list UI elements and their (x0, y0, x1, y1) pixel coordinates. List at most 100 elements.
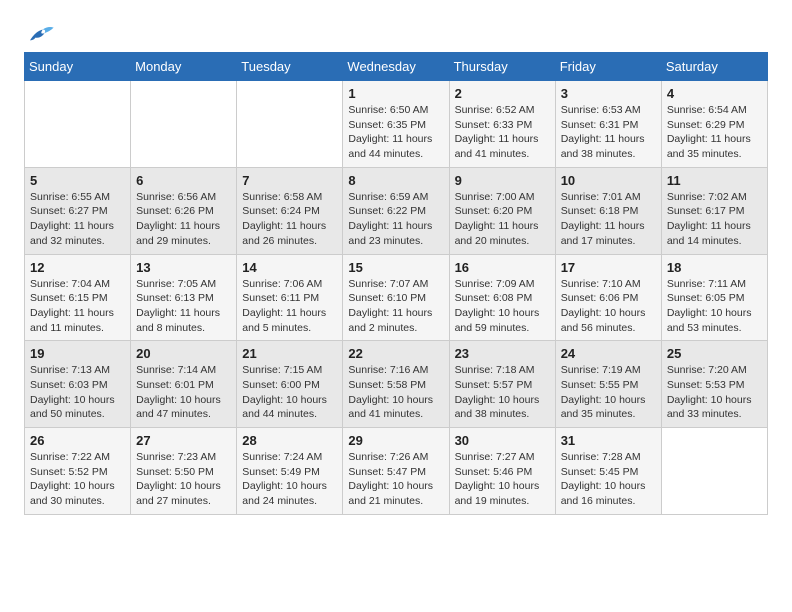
day-header-tuesday: Tuesday (237, 53, 343, 81)
day-cell: 5 Sunrise: 6:55 AMSunset: 6:27 PMDaylight… (25, 167, 131, 254)
day-info: Sunrise: 7:01 AMSunset: 6:18 PMDaylight:… (561, 190, 656, 249)
day-cell: 4 Sunrise: 6:54 AMSunset: 6:29 PMDaylight… (661, 81, 767, 168)
day-info: Sunrise: 7:10 AMSunset: 6:06 PMDaylight:… (561, 277, 656, 336)
day-cell: 9Sunrise: 7:00 AMSunset: 6:20 PMDaylight… (449, 167, 555, 254)
day-info: Sunrise: 6:55 AMSunset: 6:27 PMDaylight:… (30, 190, 125, 249)
day-number: 29 (348, 433, 443, 448)
day-cell: 22 Sunrise: 7:16 AMSunset: 5:58 PMDayligh… (343, 341, 449, 428)
day-number: 2 (455, 86, 550, 101)
day-number: 4 (667, 86, 762, 101)
day-number: 14 (242, 260, 337, 275)
calendar-table: SundayMondayTuesdayWednesdayThursdayFrid… (24, 52, 768, 515)
day-cell: 12 Sunrise: 7:04 AMSunset: 6:15 PMDayligh… (25, 254, 131, 341)
day-info: Sunrise: 7:18 AMSunset: 5:57 PMDaylight:… (455, 363, 550, 422)
logo-bird-icon (26, 24, 54, 44)
day-cell: 1 Sunrise: 6:50 AMSunset: 6:35 PMDaylight… (343, 81, 449, 168)
day-header-friday: Friday (555, 53, 661, 81)
day-cell: 14Sunrise: 7:06 AMSunset: 6:11 PMDayligh… (237, 254, 343, 341)
day-info: Sunrise: 6:53 AMSunset: 6:31 PMDaylight:… (561, 103, 656, 162)
day-cell: 6 Sunrise: 6:56 AMSunset: 6:26 PMDaylight… (131, 167, 237, 254)
day-info: Sunrise: 7:04 AMSunset: 6:15 PMDaylight:… (30, 277, 125, 336)
day-cell: 15 Sunrise: 7:07 AMSunset: 6:10 PMDayligh… (343, 254, 449, 341)
logo (24, 24, 54, 44)
day-info: Sunrise: 7:05 AMSunset: 6:13 PMDaylight:… (136, 277, 231, 336)
day-cell: 20 Sunrise: 7:14 AMSunset: 6:01 PMDayligh… (131, 341, 237, 428)
day-cell: 29 Sunrise: 7:26 AMSunset: 5:47 PMDayligh… (343, 428, 449, 515)
day-info: Sunrise: 7:28 AMSunset: 5:45 PMDaylight:… (561, 450, 656, 509)
day-number: 10 (561, 173, 656, 188)
day-info: Sunrise: 6:52 AMSunset: 6:33 PMDaylight:… (455, 103, 550, 162)
day-header-wednesday: Wednesday (343, 53, 449, 81)
day-cell: 25Sunrise: 7:20 AMSunset: 5:53 PMDayligh… (661, 341, 767, 428)
day-info: Sunrise: 6:54 AMSunset: 6:29 PMDaylight:… (667, 103, 762, 162)
day-cell: 19Sunrise: 7:13 AMSunset: 6:03 PMDayligh… (25, 341, 131, 428)
day-info: Sunrise: 7:14 AMSunset: 6:01 PMDaylight:… (136, 363, 231, 422)
day-info: Sunrise: 7:07 AMSunset: 6:10 PMDaylight:… (348, 277, 443, 336)
day-number: 8 (348, 173, 443, 188)
day-number: 5 (30, 173, 125, 188)
day-header-sunday: Sunday (25, 53, 131, 81)
day-info: Sunrise: 6:58 AMSunset: 6:24 PMDaylight:… (242, 190, 337, 249)
day-info: Sunrise: 7:26 AMSunset: 5:47 PMDaylight:… (348, 450, 443, 509)
day-info: Sunrise: 7:15 AMSunset: 6:00 PMDaylight:… (242, 363, 337, 422)
header (24, 20, 768, 44)
day-number: 17 (561, 260, 656, 275)
day-info: Sunrise: 7:09 AMSunset: 6:08 PMDaylight:… (455, 277, 550, 336)
day-info: Sunrise: 7:11 AMSunset: 6:05 PMDaylight:… (667, 277, 762, 336)
day-cell (661, 428, 767, 515)
day-cell: 10 Sunrise: 7:01 AMSunset: 6:18 PMDayligh… (555, 167, 661, 254)
day-number: 6 (136, 173, 231, 188)
day-info: Sunrise: 6:59 AMSunset: 6:22 PMDaylight:… (348, 190, 443, 249)
day-cell: 21 Sunrise: 7:15 AMSunset: 6:00 PMDayligh… (237, 341, 343, 428)
day-number: 18 (667, 260, 762, 275)
day-number: 27 (136, 433, 231, 448)
week-row-1: 1 Sunrise: 6:50 AMSunset: 6:35 PMDaylight… (25, 81, 768, 168)
day-number: 16 (455, 260, 550, 275)
day-header-monday: Monday (131, 53, 237, 81)
day-cell: 24 Sunrise: 7:19 AMSunset: 5:55 PMDayligh… (555, 341, 661, 428)
day-info: Sunrise: 7:19 AMSunset: 5:55 PMDaylight:… (561, 363, 656, 422)
day-number: 12 (30, 260, 125, 275)
day-cell: 28 Sunrise: 7:24 AMSunset: 5:49 PMDayligh… (237, 428, 343, 515)
week-row-3: 12 Sunrise: 7:04 AMSunset: 6:15 PMDayligh… (25, 254, 768, 341)
day-number: 23 (455, 346, 550, 361)
day-number: 22 (348, 346, 443, 361)
day-cell: 17 Sunrise: 7:10 AMSunset: 6:06 PMDayligh… (555, 254, 661, 341)
day-number: 26 (30, 433, 125, 448)
day-number: 20 (136, 346, 231, 361)
day-info: Sunrise: 7:02 AMSunset: 6:17 PMDaylight:… (667, 190, 762, 249)
day-number: 24 (561, 346, 656, 361)
day-number: 30 (455, 433, 550, 448)
day-info: Sunrise: 7:13 AMSunset: 6:03 PMDaylight:… (30, 363, 125, 422)
day-cell: 27 Sunrise: 7:23 AMSunset: 5:50 PMDayligh… (131, 428, 237, 515)
day-cell: 3 Sunrise: 6:53 AMSunset: 6:31 PMDaylight… (555, 81, 661, 168)
day-cell: 16 Sunrise: 7:09 AMSunset: 6:08 PMDayligh… (449, 254, 555, 341)
day-number: 3 (561, 86, 656, 101)
day-header-thursday: Thursday (449, 53, 555, 81)
day-cell (237, 81, 343, 168)
day-cell (25, 81, 131, 168)
day-info: Sunrise: 6:56 AMSunset: 6:26 PMDaylight:… (136, 190, 231, 249)
week-row-2: 5 Sunrise: 6:55 AMSunset: 6:27 PMDaylight… (25, 167, 768, 254)
day-info: Sunrise: 7:00 AMSunset: 6:20 PMDaylight:… (455, 190, 550, 249)
day-cell: 26Sunrise: 7:22 AMSunset: 5:52 PMDayligh… (25, 428, 131, 515)
day-number: 28 (242, 433, 337, 448)
day-info: Sunrise: 7:24 AMSunset: 5:49 PMDaylight:… (242, 450, 337, 509)
day-number: 13 (136, 260, 231, 275)
day-number: 1 (348, 86, 443, 101)
day-cell: 31Sunrise: 7:28 AMSunset: 5:45 PMDayligh… (555, 428, 661, 515)
day-cell: 7Sunrise: 6:58 AMSunset: 6:24 PMDaylight… (237, 167, 343, 254)
day-info: Sunrise: 6:50 AMSunset: 6:35 PMDaylight:… (348, 103, 443, 162)
day-info: Sunrise: 7:16 AMSunset: 5:58 PMDaylight:… (348, 363, 443, 422)
day-cell: 23 Sunrise: 7:18 AMSunset: 5:57 PMDayligh… (449, 341, 555, 428)
day-cell: 13 Sunrise: 7:05 AMSunset: 6:13 PMDayligh… (131, 254, 237, 341)
day-cell (131, 81, 237, 168)
day-number: 11 (667, 173, 762, 188)
header-row: SundayMondayTuesdayWednesdayThursdayFrid… (25, 53, 768, 81)
day-number: 15 (348, 260, 443, 275)
day-header-saturday: Saturday (661, 53, 767, 81)
day-info: Sunrise: 7:23 AMSunset: 5:50 PMDaylight:… (136, 450, 231, 509)
day-cell: 2 Sunrise: 6:52 AMSunset: 6:33 PMDaylight… (449, 81, 555, 168)
day-number: 21 (242, 346, 337, 361)
day-cell: 18 Sunrise: 7:11 AMSunset: 6:05 PMDayligh… (661, 254, 767, 341)
